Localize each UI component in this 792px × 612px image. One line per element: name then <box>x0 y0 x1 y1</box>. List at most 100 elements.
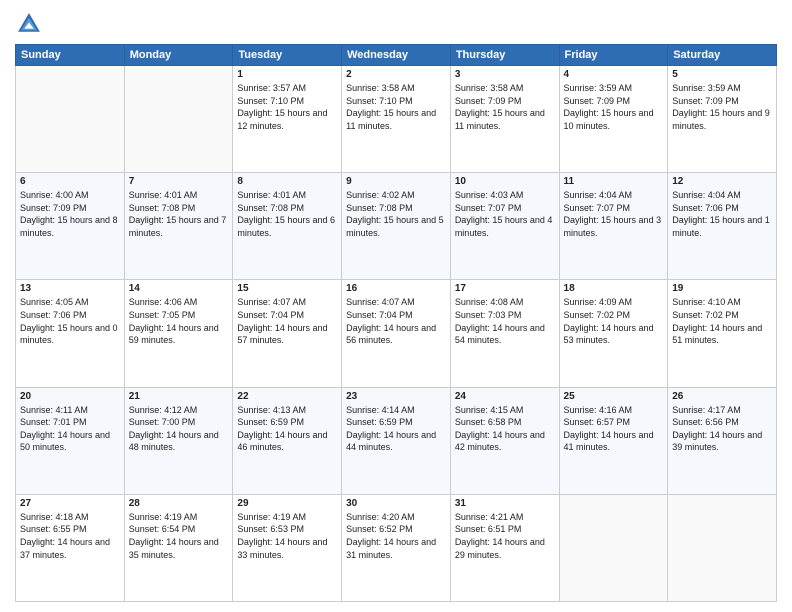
calendar-header-monday: Monday <box>124 45 233 66</box>
calendar-cell-3-2: 14 Sunrise: 4:06 AM Sunset: 7:05 PM Dayli… <box>124 280 233 387</box>
calendar-cell-3-3: 15 Sunrise: 4:07 AM Sunset: 7:04 PM Dayli… <box>233 280 342 387</box>
calendar-cell-4-2: 21 Sunrise: 4:12 AM Sunset: 7:00 PM Dayli… <box>124 387 233 494</box>
calendar-cell-2-7: 12 Sunrise: 4:04 AM Sunset: 7:06 PM Dayli… <box>668 173 777 280</box>
logo-icon <box>15 10 43 38</box>
calendar-cell-4-7: 26 Sunrise: 4:17 AM Sunset: 6:56 PM Dayli… <box>668 387 777 494</box>
calendar-cell-4-4: 23Sunrise: 4:14 AM Sunset: 6:59 PM Dayli… <box>342 387 451 494</box>
calendar-cell-3-4: 16Sunrise: 4:07 AM Sunset: 7:04 PM Dayli… <box>342 280 451 387</box>
day-info: Sunrise: 4:12 AM Sunset: 7:00 PM Dayligh… <box>129 404 229 454</box>
page: SundayMondayTuesdayWednesdayThursdayFrid… <box>0 0 792 612</box>
day-number: 23 <box>346 391 446 402</box>
day-info: Sunrise: 4:01 AM Sunset: 7:08 PM Dayligh… <box>237 189 337 239</box>
day-number: 29 <box>237 498 337 509</box>
day-info: Sunrise: 4:17 AM Sunset: 6:56 PM Dayligh… <box>672 404 772 454</box>
header <box>15 10 777 38</box>
calendar-week-4: 20 Sunrise: 4:11 AM Sunset: 7:01 PM Dayli… <box>16 387 777 494</box>
calendar-cell-4-1: 20 Sunrise: 4:11 AM Sunset: 7:01 PM Dayli… <box>16 387 125 494</box>
day-number: 8 <box>237 176 337 187</box>
day-number: 14 <box>129 283 229 294</box>
day-info: Sunrise: 3:58 AM Sunset: 7:10 PM Dayligh… <box>346 82 446 132</box>
day-number: 11 <box>564 176 664 187</box>
day-number: 9 <box>346 176 446 187</box>
calendar-cell-5-1: 27 Sunrise: 4:18 AM Sunset: 6:55 PM Dayli… <box>16 494 125 601</box>
day-info: Sunrise: 4:15 AM Sunset: 6:58 PM Dayligh… <box>455 404 555 454</box>
calendar-cell-5-4: 30 Sunrise: 4:20 AM Sunset: 6:52 PM Dayli… <box>342 494 451 601</box>
day-number: 27 <box>20 498 120 509</box>
day-number: 21 <box>129 391 229 402</box>
day-info: Sunrise: 4:21 AM Sunset: 6:51 PM Dayligh… <box>455 511 555 561</box>
calendar-cell-4-5: 24Sunrise: 4:15 AM Sunset: 6:58 PM Dayli… <box>450 387 559 494</box>
day-info: Sunrise: 4:02 AM Sunset: 7:08 PM Dayligh… <box>346 189 446 239</box>
day-number: 1 <box>237 69 337 80</box>
day-info: Sunrise: 4:19 AM Sunset: 6:53 PM Dayligh… <box>237 511 337 561</box>
day-number: 5 <box>672 69 772 80</box>
calendar-week-2: 6 Sunrise: 4:00 AM Sunset: 7:09 PM Daylig… <box>16 173 777 280</box>
calendar-cell-1-4: 2 Sunrise: 3:58 AM Sunset: 7:10 PM Daylig… <box>342 66 451 173</box>
day-number: 22 <box>237 391 337 402</box>
calendar-cell-1-5: 3Sunrise: 3:58 AM Sunset: 7:09 PM Daylig… <box>450 66 559 173</box>
calendar-cell-2-3: 8 Sunrise: 4:01 AM Sunset: 7:08 PM Daylig… <box>233 173 342 280</box>
day-info: Sunrise: 4:00 AM Sunset: 7:09 PM Dayligh… <box>20 189 120 239</box>
day-number: 12 <box>672 176 772 187</box>
day-number: 13 <box>20 283 120 294</box>
calendar-header-wednesday: Wednesday <box>342 45 451 66</box>
calendar-cell-5-7 <box>668 494 777 601</box>
day-info: Sunrise: 4:13 AM Sunset: 6:59 PM Dayligh… <box>237 404 337 454</box>
calendar-cell-3-7: 19Sunrise: 4:10 AM Sunset: 7:02 PM Dayli… <box>668 280 777 387</box>
day-info: Sunrise: 4:11 AM Sunset: 7:01 PM Dayligh… <box>20 404 120 454</box>
calendar-cell-3-6: 18 Sunrise: 4:09 AM Sunset: 7:02 PM Dayli… <box>559 280 668 387</box>
day-info: Sunrise: 4:18 AM Sunset: 6:55 PM Dayligh… <box>20 511 120 561</box>
day-number: 18 <box>564 283 664 294</box>
day-number: 20 <box>20 391 120 402</box>
calendar-cell-1-7: 5 Sunrise: 3:59 AM Sunset: 7:09 PM Daylig… <box>668 66 777 173</box>
day-number: 30 <box>346 498 446 509</box>
day-info: Sunrise: 4:19 AM Sunset: 6:54 PM Dayligh… <box>129 511 229 561</box>
calendar-cell-1-2 <box>124 66 233 173</box>
day-number: 16 <box>346 283 446 294</box>
day-number: 3 <box>455 69 555 80</box>
day-info: Sunrise: 4:05 AM Sunset: 7:06 PM Dayligh… <box>20 296 120 346</box>
logo <box>15 10 47 38</box>
calendar-cell-1-6: 4Sunrise: 3:59 AM Sunset: 7:09 PM Daylig… <box>559 66 668 173</box>
day-info: Sunrise: 4:09 AM Sunset: 7:02 PM Dayligh… <box>564 296 664 346</box>
day-number: 15 <box>237 283 337 294</box>
day-number: 2 <box>346 69 446 80</box>
day-info: Sunrise: 4:03 AM Sunset: 7:07 PM Dayligh… <box>455 189 555 239</box>
day-number: 6 <box>20 176 120 187</box>
calendar-header-row: SundayMondayTuesdayWednesdayThursdayFrid… <box>16 45 777 66</box>
calendar-cell-5-6 <box>559 494 668 601</box>
day-number: 10 <box>455 176 555 187</box>
day-number: 17 <box>455 283 555 294</box>
day-info: Sunrise: 4:08 AM Sunset: 7:03 PM Dayligh… <box>455 296 555 346</box>
calendar-header-tuesday: Tuesday <box>233 45 342 66</box>
day-number: 19 <box>672 283 772 294</box>
day-info: Sunrise: 3:59 AM Sunset: 7:09 PM Dayligh… <box>672 82 772 132</box>
calendar-cell-2-1: 6 Sunrise: 4:00 AM Sunset: 7:09 PM Daylig… <box>16 173 125 280</box>
calendar-cell-4-3: 22 Sunrise: 4:13 AM Sunset: 6:59 PM Dayli… <box>233 387 342 494</box>
calendar-header-friday: Friday <box>559 45 668 66</box>
day-info: Sunrise: 4:01 AM Sunset: 7:08 PM Dayligh… <box>129 189 229 239</box>
day-info: Sunrise: 4:07 AM Sunset: 7:04 PM Dayligh… <box>237 296 337 346</box>
calendar-cell-1-3: 1 Sunrise: 3:57 AM Sunset: 7:10 PM Daylig… <box>233 66 342 173</box>
day-info: Sunrise: 4:16 AM Sunset: 6:57 PM Dayligh… <box>564 404 664 454</box>
calendar-cell-3-1: 13 Sunrise: 4:05 AM Sunset: 7:06 PM Dayli… <box>16 280 125 387</box>
day-number: 25 <box>564 391 664 402</box>
day-number: 26 <box>672 391 772 402</box>
calendar-cell-3-5: 17 Sunrise: 4:08 AM Sunset: 7:03 PM Dayli… <box>450 280 559 387</box>
day-info: Sunrise: 3:57 AM Sunset: 7:10 PM Dayligh… <box>237 82 337 132</box>
calendar-week-1: 1 Sunrise: 3:57 AM Sunset: 7:10 PM Daylig… <box>16 66 777 173</box>
calendar-week-3: 13 Sunrise: 4:05 AM Sunset: 7:06 PM Dayli… <box>16 280 777 387</box>
day-info: Sunrise: 4:20 AM Sunset: 6:52 PM Dayligh… <box>346 511 446 561</box>
day-number: 31 <box>455 498 555 509</box>
calendar-cell-5-3: 29 Sunrise: 4:19 AM Sunset: 6:53 PM Dayli… <box>233 494 342 601</box>
day-info: Sunrise: 3:59 AM Sunset: 7:09 PM Dayligh… <box>564 82 664 132</box>
day-info: Sunrise: 4:04 AM Sunset: 7:06 PM Dayligh… <box>672 189 772 239</box>
calendar-header-sunday: Sunday <box>16 45 125 66</box>
day-info: Sunrise: 4:06 AM Sunset: 7:05 PM Dayligh… <box>129 296 229 346</box>
day-number: 28 <box>129 498 229 509</box>
calendar-cell-2-4: 9 Sunrise: 4:02 AM Sunset: 7:08 PM Daylig… <box>342 173 451 280</box>
calendar-table: SundayMondayTuesdayWednesdayThursdayFrid… <box>15 44 777 602</box>
calendar-cell-2-6: 11 Sunrise: 4:04 AM Sunset: 7:07 PM Dayli… <box>559 173 668 280</box>
calendar-header-saturday: Saturday <box>668 45 777 66</box>
day-info: Sunrise: 4:04 AM Sunset: 7:07 PM Dayligh… <box>564 189 664 239</box>
